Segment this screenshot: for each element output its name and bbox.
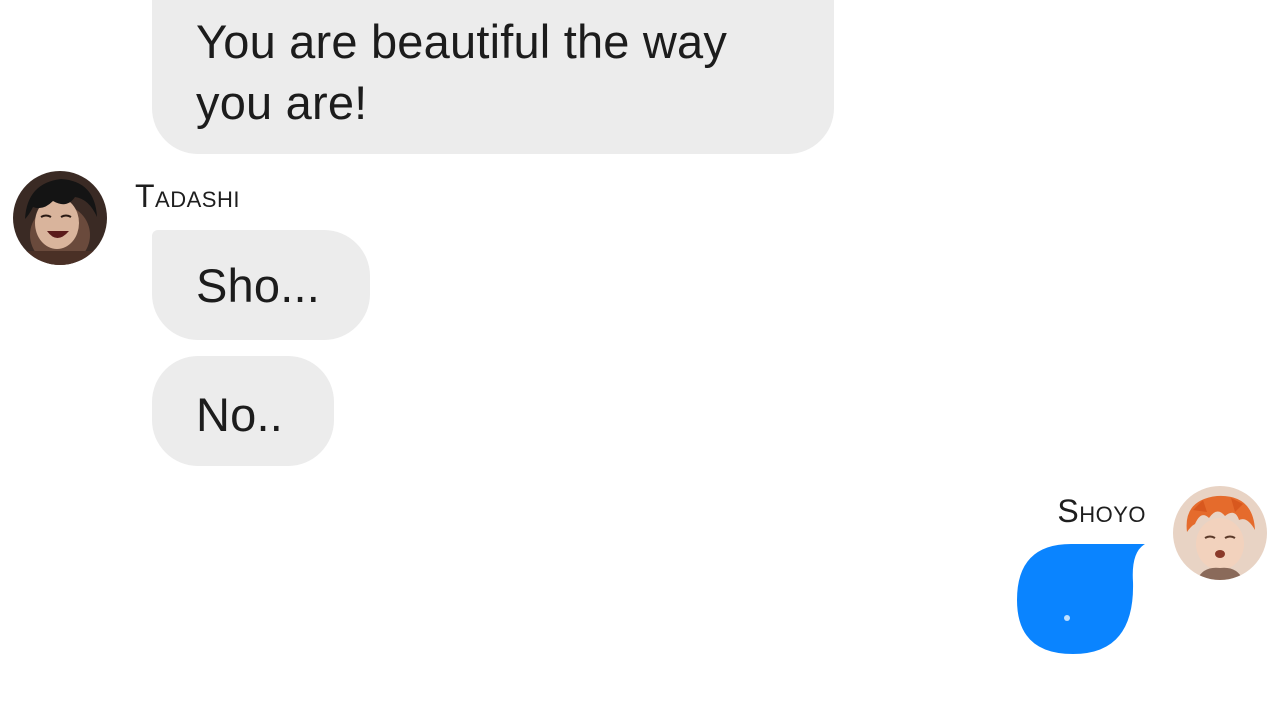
- sender-name-tadashi: Tadashi: [135, 178, 240, 214]
- message-text-line: You are beautiful the way: [196, 15, 728, 68]
- message-text: No..: [196, 388, 283, 441]
- typing-indicator-bubble: [1015, 542, 1147, 656]
- typing-bubble-shape: [1017, 544, 1145, 654]
- message-text: Sho...: [196, 259, 321, 312]
- message-bubble[interactable]: Sho...: [152, 230, 370, 340]
- typing-dot: [1064, 615, 1070, 621]
- chat-thread: You are beautiful the way you are! Tadas…: [0, 0, 1280, 720]
- message-text-line: you are!: [196, 76, 368, 129]
- sender-name-shoyo: Shoyo: [1057, 493, 1146, 529]
- message-bubble[interactable]: No..: [152, 356, 334, 466]
- tadashi-avatar-icon[interactable]: [13, 171, 107, 265]
- message-bubble-previous[interactable]: You are beautiful the way you are!: [152, 0, 834, 154]
- shoyo-avatar-icon[interactable]: [1173, 486, 1267, 580]
